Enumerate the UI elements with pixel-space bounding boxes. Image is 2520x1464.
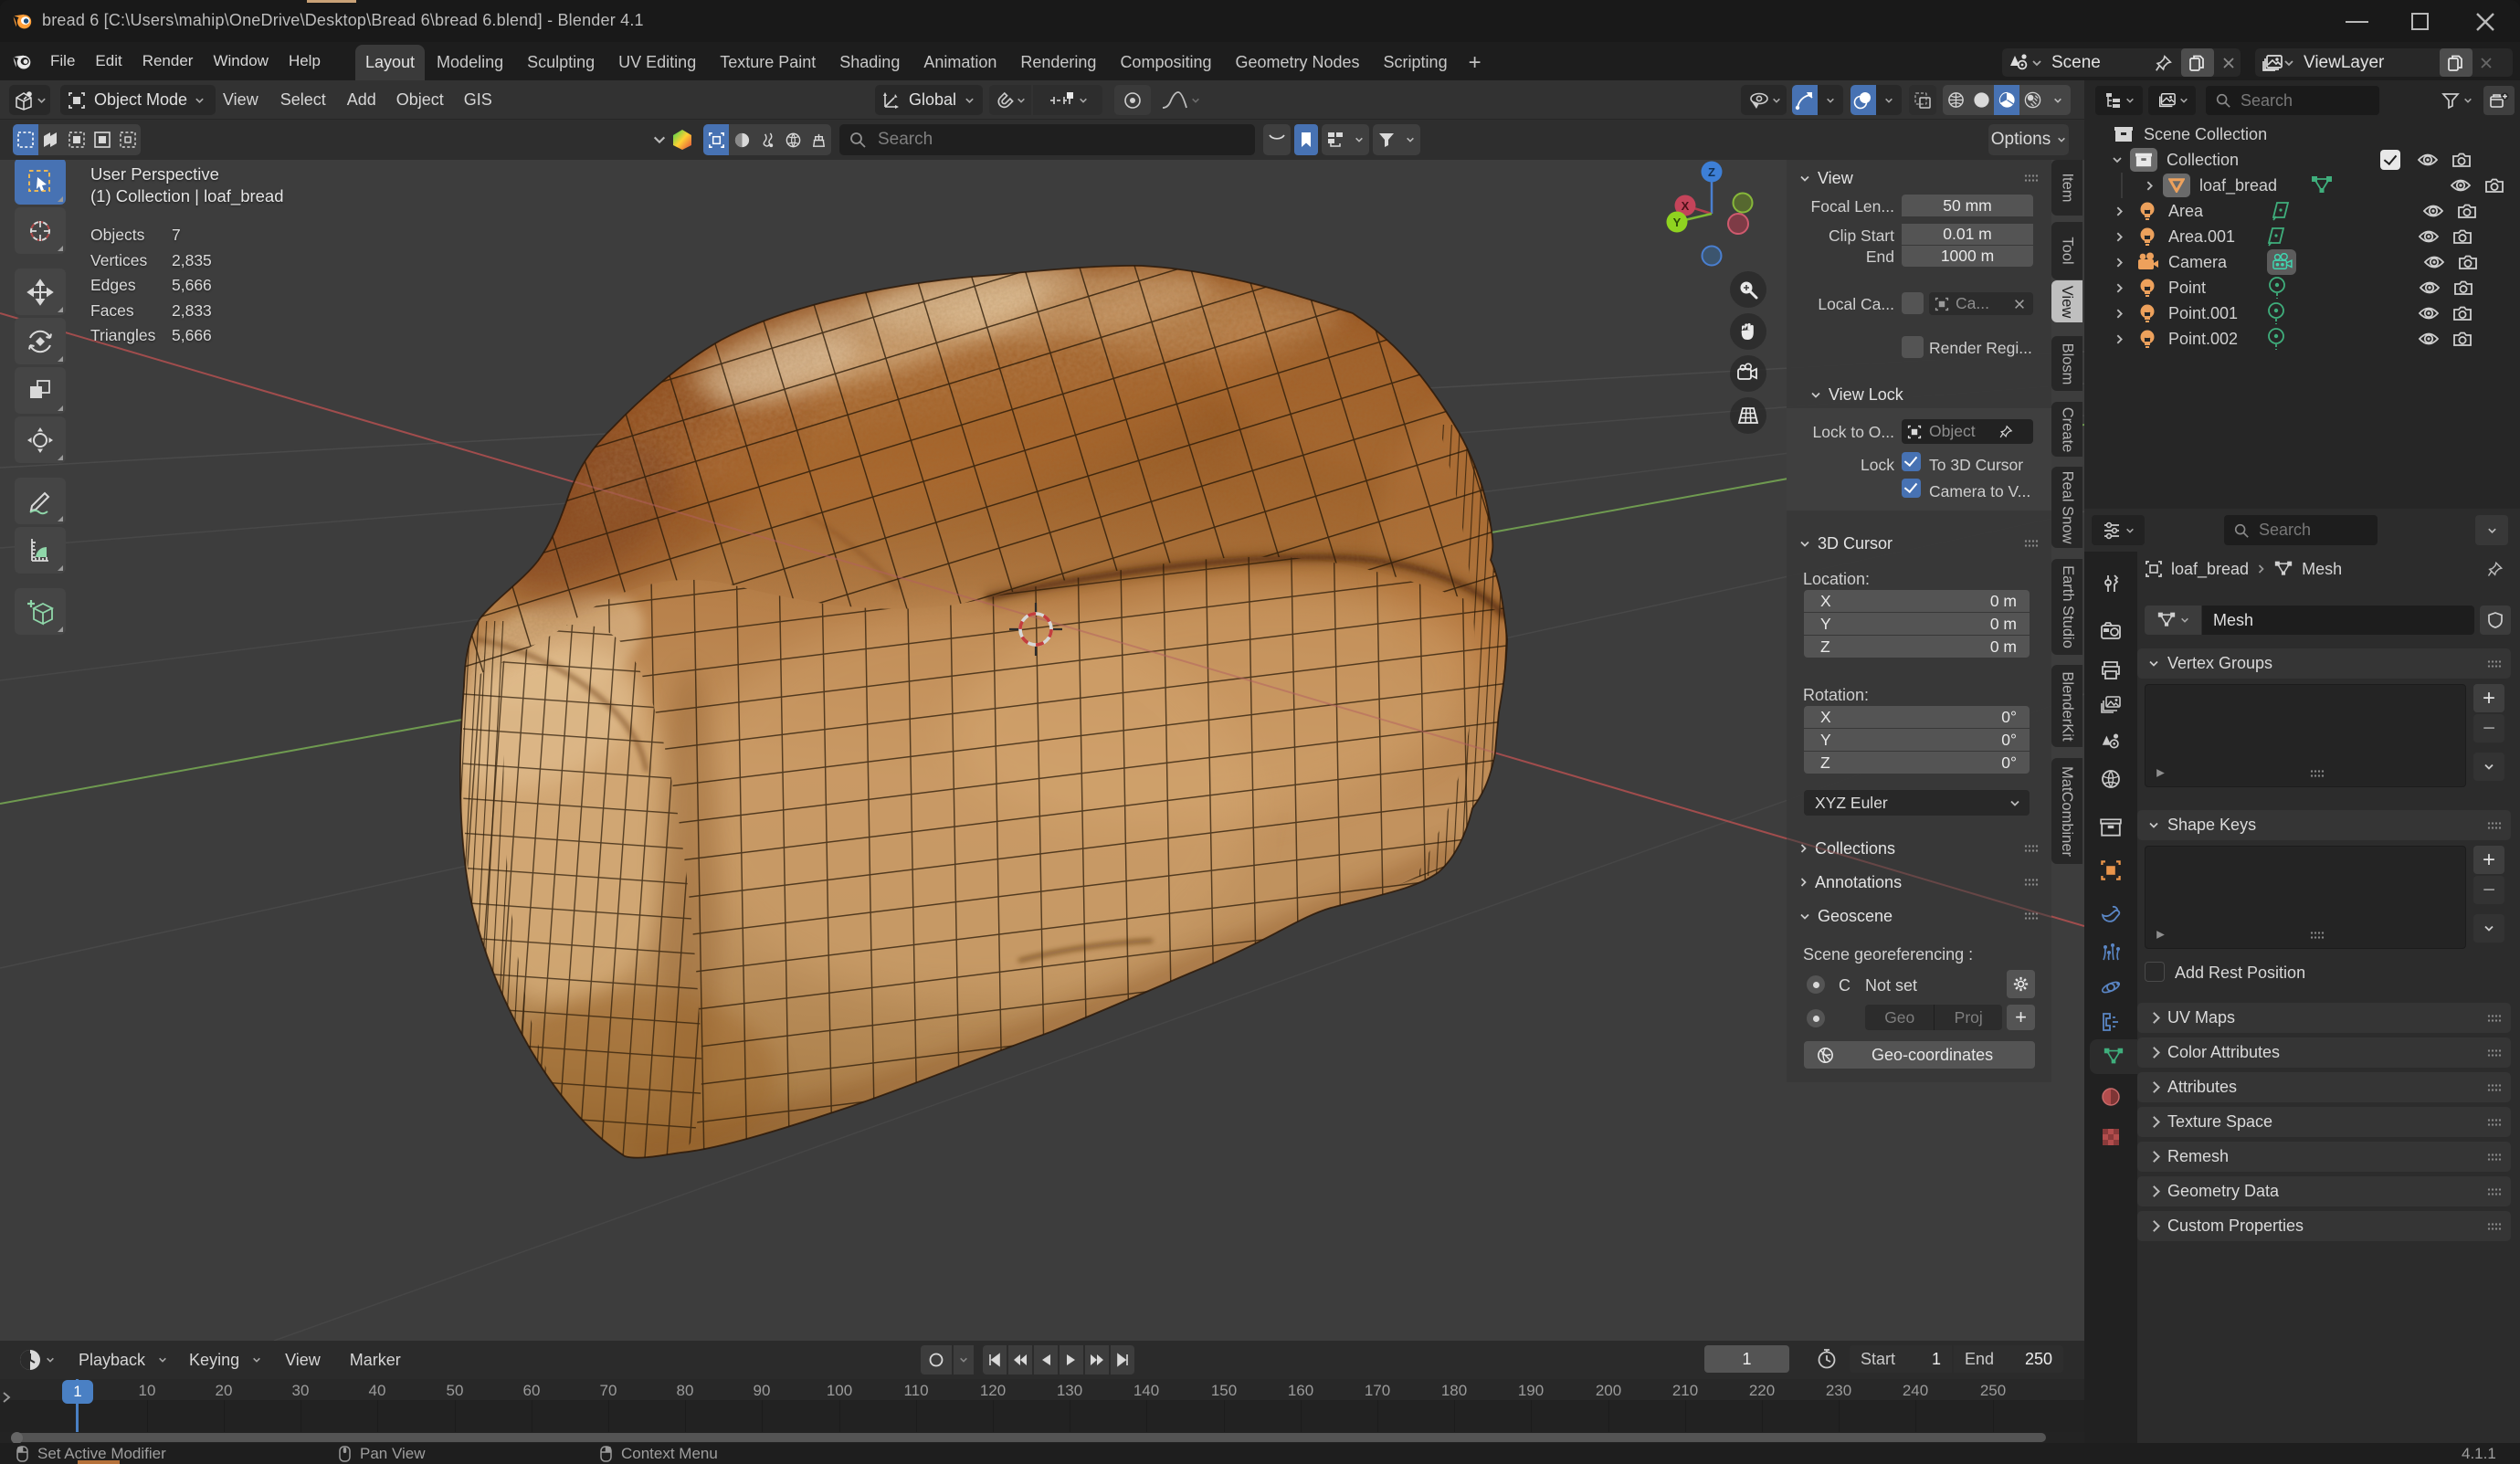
svg-text:X: X xyxy=(1682,199,1690,213)
svg-text:Z: Z xyxy=(1708,165,1715,179)
svg-text:Y: Y xyxy=(1673,216,1682,229)
